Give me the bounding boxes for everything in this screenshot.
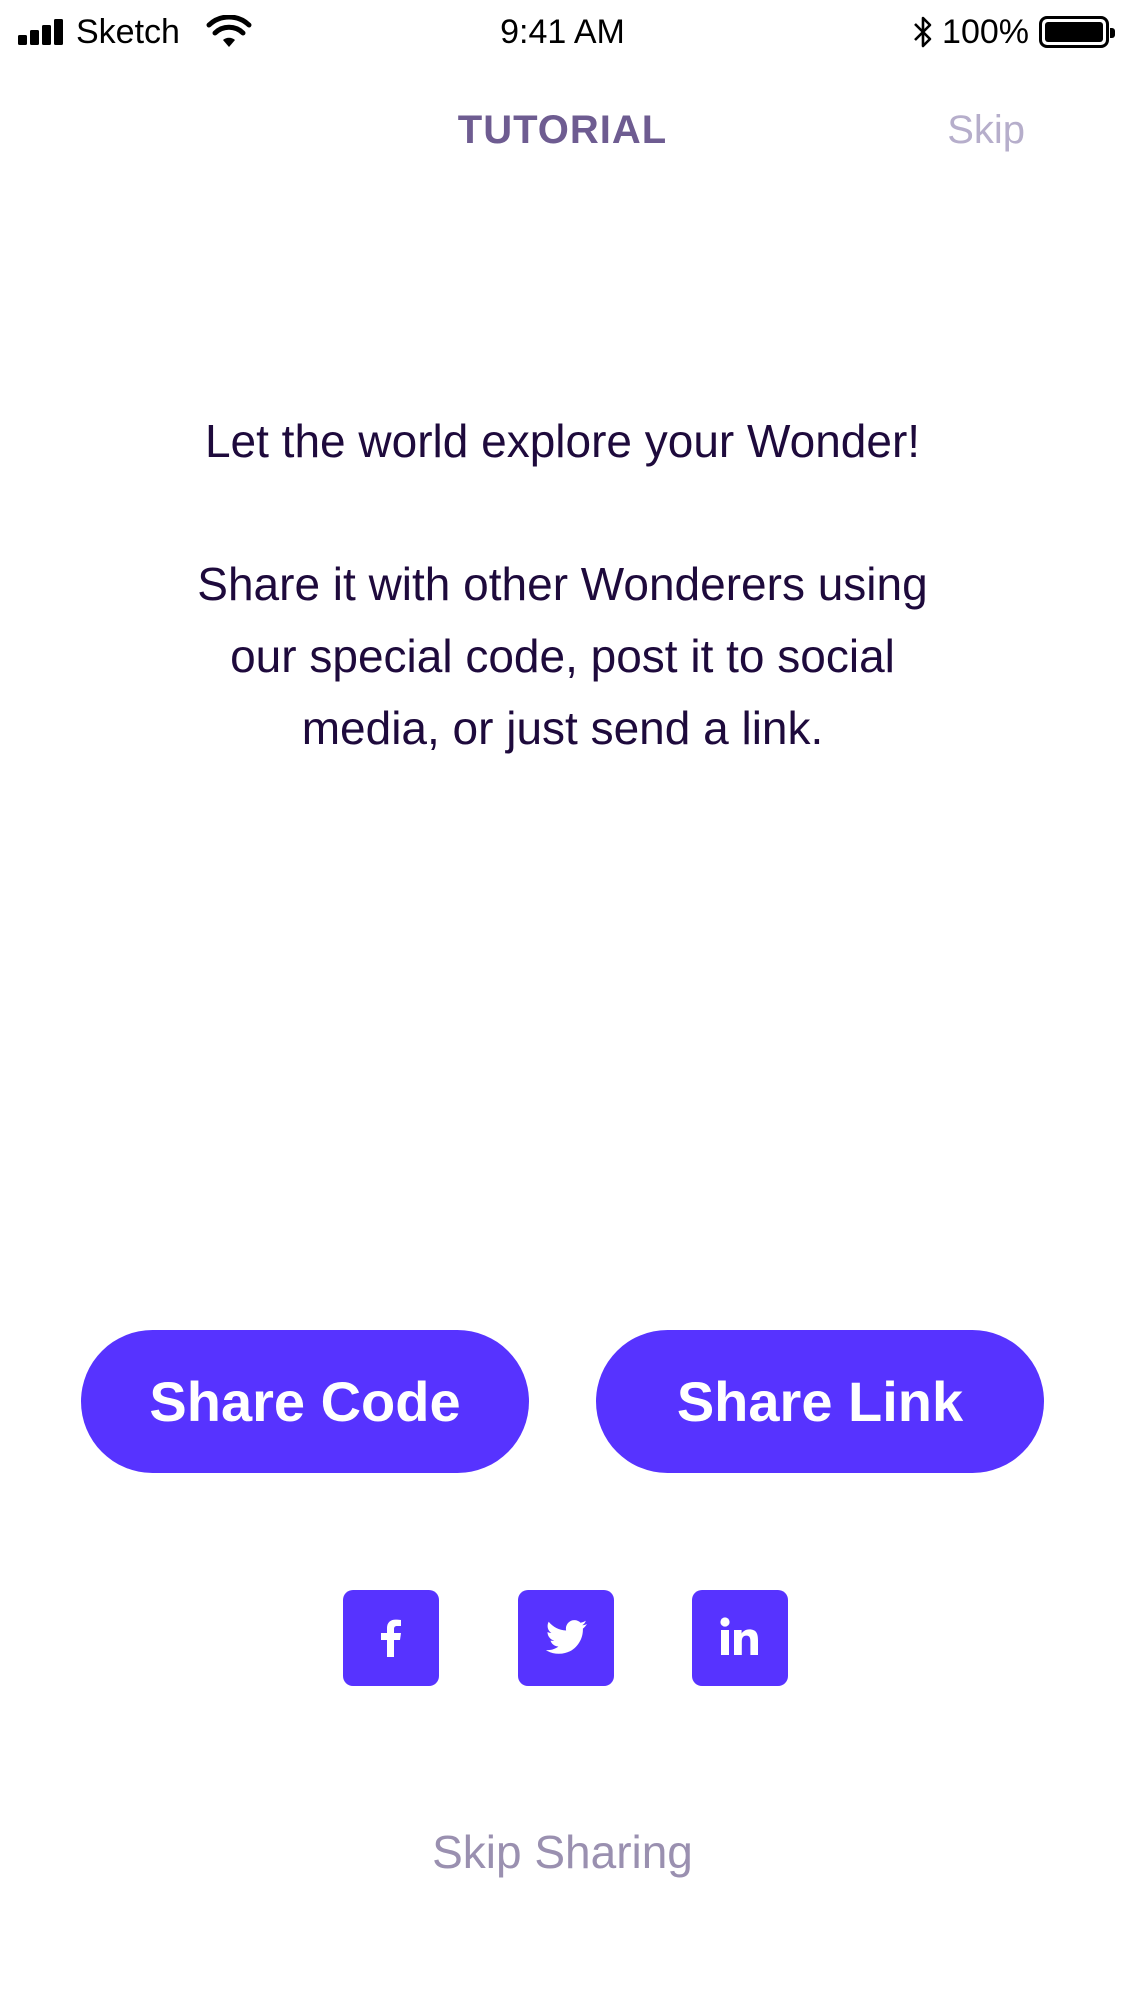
share-link-button[interactable]: Share Link [596,1330,1044,1473]
skip-button[interactable]: Skip [947,108,1025,153]
battery-icon [1039,16,1115,48]
description-text: Share it with other Wonderers using our … [197,558,928,754]
status-bar-right: 100% [912,10,1115,54]
share-code-button[interactable]: Share Code [81,1330,529,1473]
linkedin-icon [720,1617,758,1655]
facebook-button[interactable] [343,1590,439,1686]
linkedin-button[interactable] [692,1590,788,1686]
battery-tip [1110,28,1115,38]
status-bar: Sketch 9:41 AM 100% [0,0,1125,64]
twitter-button[interactable] [518,1590,614,1686]
facebook-icon [381,1619,401,1657]
intro-text: Let the world explore your Wonder! [204,415,921,467]
twitter-icon [545,1620,587,1654]
battery-percent: 100% [942,12,1029,51]
skip-sharing-link[interactable]: Skip Sharing [0,1825,1125,1879]
battery-fill [1045,22,1103,42]
bluetooth-icon [914,16,932,48]
